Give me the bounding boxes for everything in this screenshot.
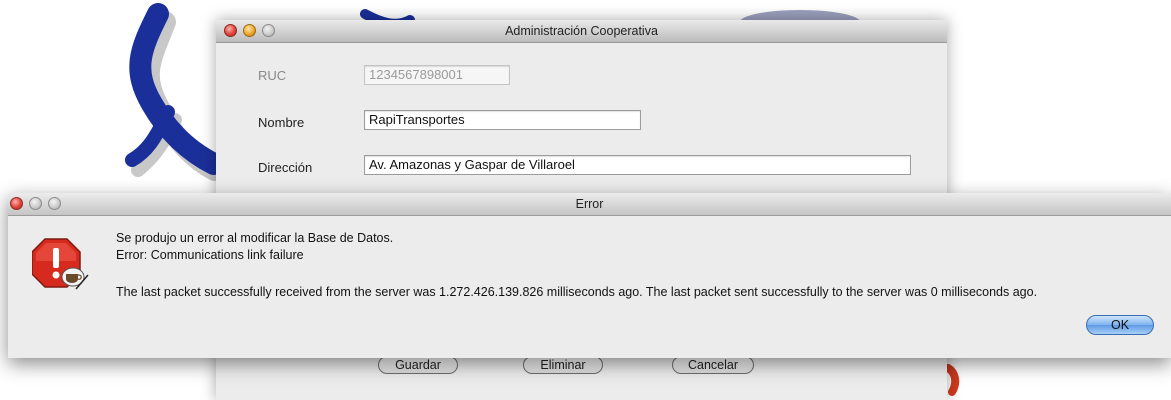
error-dialog: Error Se produjo un error al modificar l… [8, 193, 1171, 358]
nombre-field[interactable]: RapiTransportes [364, 110, 641, 130]
nombre-label: Nombre [258, 115, 305, 130]
error-message-details: The last packet successfully received fr… [116, 285, 1038, 299]
direccion-label: Dirección [258, 160, 313, 175]
ruc-label: RUC [258, 68, 287, 83]
minimize-window-icon[interactable] [243, 24, 256, 37]
close-dialog-icon[interactable] [10, 197, 23, 210]
direccion-field[interactable]: Av. Amazonas y Gaspar de Villaroel [364, 155, 911, 175]
dialog-title: Error [575, 197, 604, 211]
close-window-icon[interactable] [224, 24, 237, 37]
zoom-window-icon[interactable] [262, 24, 275, 37]
error-message-line1: Se produjo un error al modificar la Base… [116, 231, 394, 245]
cooperativa-titlebar: Administración Cooperativa [216, 20, 947, 43]
minimize-dialog-icon[interactable] [29, 197, 42, 210]
error-titlebar: Error [8, 193, 1171, 216]
eliminar-button[interactable]: Eliminar [523, 356, 603, 374]
window-title: Administración Cooperativa [505, 24, 658, 38]
ruc-field[interactable]: 1234567898001 [364, 65, 510, 85]
cancelar-button[interactable]: Cancelar [672, 356, 754, 374]
ok-button[interactable]: OK [1086, 315, 1154, 335]
guardar-button[interactable]: Guardar [378, 356, 458, 374]
error-message-line2: Error: Communications link failure [116, 248, 304, 262]
stop-caution-icon [32, 238, 89, 290]
zoom-dialog-icon[interactable] [48, 197, 61, 210]
